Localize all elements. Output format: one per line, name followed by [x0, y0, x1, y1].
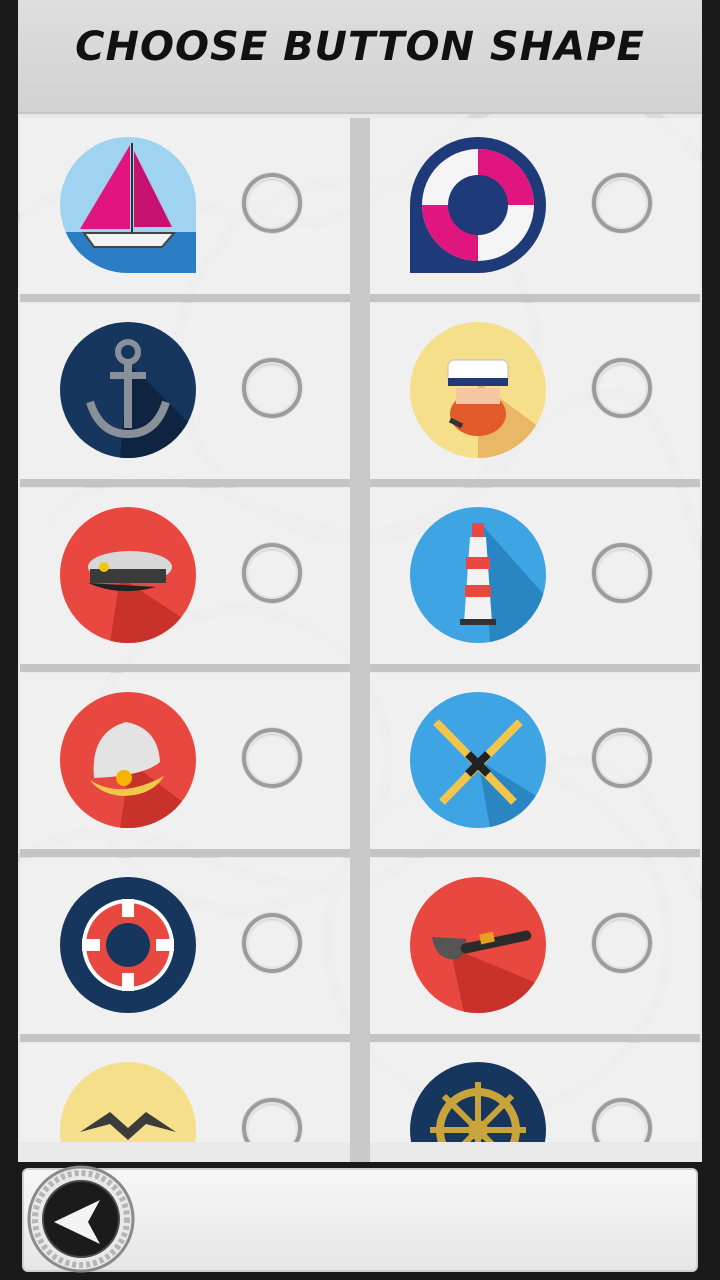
- radio-lighthouse[interactable]: [592, 543, 652, 603]
- lifebuoy-icon: [410, 137, 546, 273]
- shape-option-ship-wheel[interactable]: [370, 1043, 700, 1142]
- page-title: CHOOSE BUTTON SHAPE: [75, 24, 645, 70]
- anchor-icon: [60, 322, 196, 458]
- radio-life-ring[interactable]: [242, 913, 302, 973]
- life-ring-icon: [60, 877, 196, 1013]
- radio-anchor[interactable]: [242, 358, 302, 418]
- radio-crossed-oars[interactable]: [592, 728, 652, 788]
- ship-wheel-icon: [410, 1062, 546, 1142]
- options-panel: CHOOSE BUTTON SHAPE: [18, 0, 702, 1162]
- radio-lifebuoy[interactable]: [592, 173, 652, 233]
- sailor-captain-icon: [410, 322, 546, 458]
- radio-smoking-pipe[interactable]: [592, 913, 652, 973]
- shape-option-sailor-captain[interactable]: [370, 303, 700, 487]
- shape-option-anchor[interactable]: [20, 303, 350, 487]
- sailboat-icon: [60, 137, 196, 273]
- shape-option-life-ring[interactable]: [20, 858, 350, 1042]
- footer-bar: [18, 1162, 702, 1274]
- shape-option-lighthouse[interactable]: [370, 488, 700, 672]
- radio-sailor-captain[interactable]: [592, 358, 652, 418]
- lighthouse-icon: [410, 507, 546, 643]
- radio-seagull[interactable]: [242, 1098, 302, 1142]
- back-arrow-icon: [27, 1165, 135, 1273]
- pearl-shell-icon: [60, 692, 196, 828]
- crossed-oars-icon: [410, 692, 546, 828]
- radio-ship-wheel[interactable]: [592, 1098, 652, 1142]
- shape-option-pearl-shell[interactable]: [20, 673, 350, 857]
- shape-grid: [18, 118, 702, 1142]
- shape-option-smoking-pipe[interactable]: [370, 858, 700, 1042]
- radio-pearl-shell[interactable]: [242, 728, 302, 788]
- smoking-pipe-icon: [410, 877, 546, 1013]
- radio-captain-hat[interactable]: [242, 543, 302, 603]
- shape-option-crossed-oars[interactable]: [370, 673, 700, 857]
- shape-option-sailboat[interactable]: [20, 118, 350, 302]
- shape-option-lifebuoy[interactable]: [370, 118, 700, 302]
- shape-option-seagull[interactable]: [20, 1043, 350, 1142]
- shape-option-captain-hat[interactable]: [20, 488, 350, 672]
- radio-sailboat[interactable]: [242, 173, 302, 233]
- header-bar: CHOOSE BUTTON SHAPE: [18, 0, 702, 114]
- seagull-icon: [60, 1062, 196, 1142]
- captain-hat-icon: [60, 507, 196, 643]
- back-button[interactable]: [26, 1164, 136, 1274]
